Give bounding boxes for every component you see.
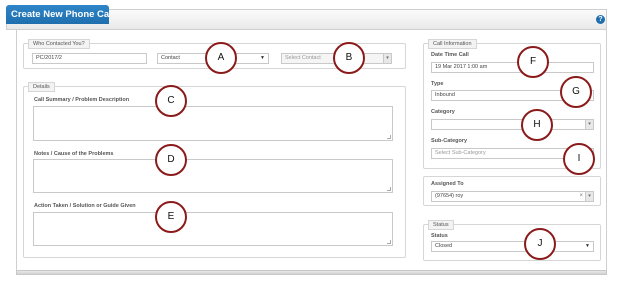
status-legend: Status: [428, 220, 454, 230]
panel-footer: [16, 270, 607, 275]
assigned-to-value: (97654) roy: [435, 193, 464, 199]
resize-handle-icon[interactable]: [387, 135, 391, 139]
resize-handle-icon[interactable]: [387, 187, 391, 191]
category-select[interactable]: ▾: [431, 119, 594, 130]
marker-b: B: [333, 42, 365, 74]
chevron-down-icon[interactable]: ▾: [383, 54, 391, 63]
type-label: Type: [431, 81, 444, 87]
chevron-down-icon: ▼: [585, 243, 590, 249]
action-taken-label: Action Taken / Solution or Guide Given: [34, 203, 136, 209]
marker-e: E: [155, 201, 187, 233]
page-title: Create New Phone Call: [6, 5, 109, 24]
clear-icon[interactable]: ×: [579, 192, 583, 201]
chevron-down-icon[interactable]: ▾: [585, 192, 593, 201]
marker-i: I: [563, 143, 595, 175]
date-time-field[interactable]: 19 Mar 2017 1:00 am: [431, 62, 594, 73]
assigned-to-select[interactable]: (97654) roy × ▾: [431, 191, 594, 202]
marker-j: J: [524, 228, 556, 260]
who-contacted-legend: Who Contacted You?: [28, 39, 90, 49]
help-icon[interactable]: ?: [596, 15, 605, 24]
chevron-down-icon: ▼: [260, 55, 265, 61]
notes-textarea[interactable]: [33, 159, 393, 193]
marker-h: H: [521, 109, 553, 141]
call-information-legend: Call Information: [428, 39, 477, 49]
category-label: Category: [431, 109, 455, 115]
status-select[interactable]: Closed ▼: [431, 241, 594, 252]
call-summary-textarea[interactable]: [33, 106, 393, 141]
contact-type-value: Contact: [161, 55, 180, 61]
assigned-to-label: Assigned To: [431, 181, 464, 187]
marker-f: F: [517, 46, 549, 78]
date-time-label: Date Time Call: [431, 52, 469, 58]
call-summary-label: Call Summary / Problem Description: [34, 97, 130, 103]
resize-handle-icon[interactable]: [387, 240, 391, 244]
marker-a: A: [205, 42, 237, 74]
details-legend: Details: [28, 82, 55, 92]
status-label: Status: [431, 233, 448, 239]
action-taken-textarea[interactable]: [33, 212, 393, 246]
marker-g: G: [560, 76, 592, 108]
status-value: Closed: [435, 243, 453, 249]
notes-label: Notes / Cause of the Problems: [34, 151, 114, 157]
marker-d: D: [155, 144, 187, 176]
contact-placeholder: Select Contact: [285, 55, 321, 61]
subcategory-label: Sub-Category: [431, 138, 468, 144]
chevron-down-icon[interactable]: ▾: [585, 120, 593, 129]
reference-number-field[interactable]: PC/2017/2: [32, 53, 147, 64]
marker-c: C: [155, 85, 187, 117]
